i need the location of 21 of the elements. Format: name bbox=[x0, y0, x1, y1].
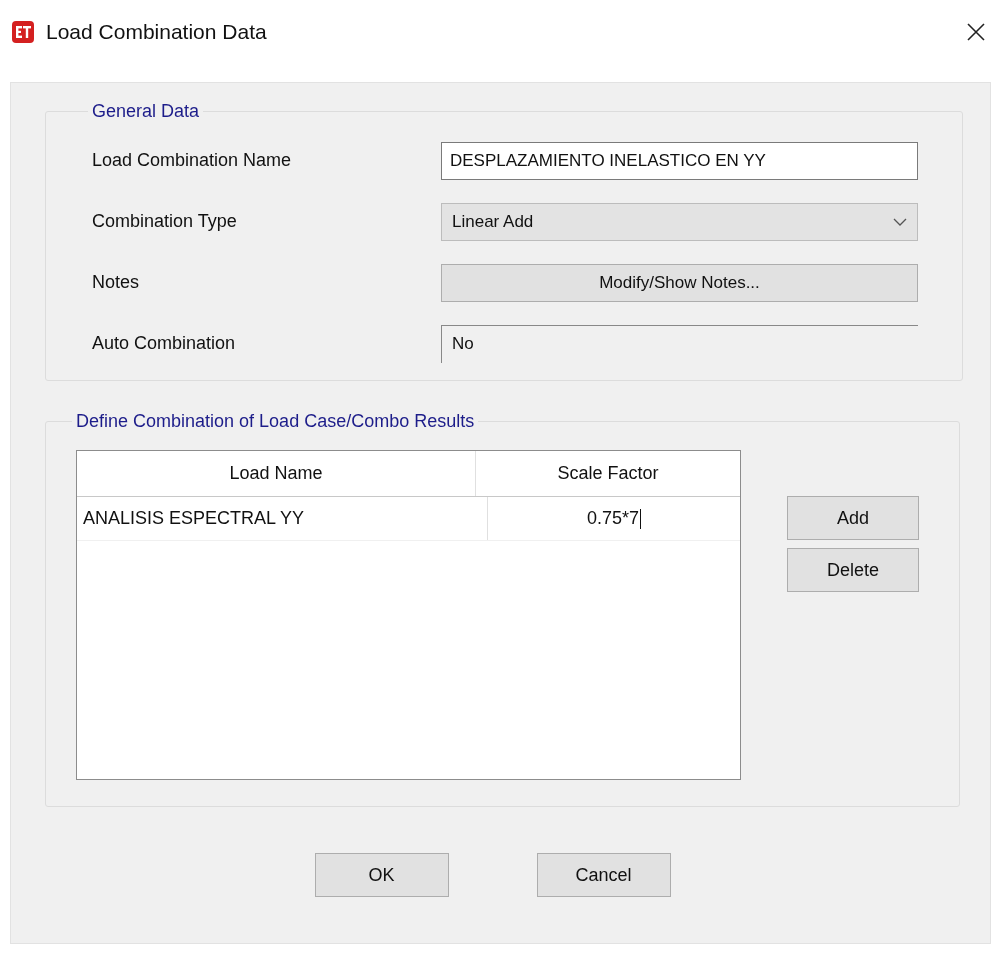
action-button[interactable]: Add bbox=[787, 496, 919, 540]
column-header[interactable]: Load Name bbox=[77, 451, 476, 496]
window-title: Load Combination Data bbox=[46, 20, 268, 44]
text-field[interactable]: DESPLAZAMIENTO INELASTICO EN YY bbox=[441, 141, 918, 180]
dropdown[interactable]: Linear Add bbox=[441, 202, 918, 241]
app-logo-icon bbox=[12, 21, 34, 43]
table-cell[interactable]: ANALISIS ESPECTRAL YY bbox=[77, 497, 488, 540]
group-title: General Data bbox=[91, 101, 201, 122]
field-label: Notes bbox=[92, 272, 141, 293]
field-label: Combination Type bbox=[92, 211, 238, 232]
column-header[interactable]: Scale Factor bbox=[476, 451, 740, 496]
field-label: Load Combination Name bbox=[92, 150, 293, 171]
group-title: Define Combination of Load Case/Combo Results bbox=[75, 411, 476, 432]
readonly-field: No bbox=[441, 324, 918, 363]
field-label: Auto Combination bbox=[92, 333, 237, 354]
table-cell[interactable]: 0.75*7 bbox=[488, 497, 740, 540]
action-button[interactable]: Delete bbox=[787, 548, 919, 592]
dialog-button[interactable]: Cancel bbox=[536, 853, 671, 897]
dialog-button[interactable]: OK bbox=[314, 853, 449, 897]
notes-button[interactable]: Modify/Show Notes... bbox=[441, 263, 918, 302]
chevron-down-icon bbox=[893, 217, 907, 226]
